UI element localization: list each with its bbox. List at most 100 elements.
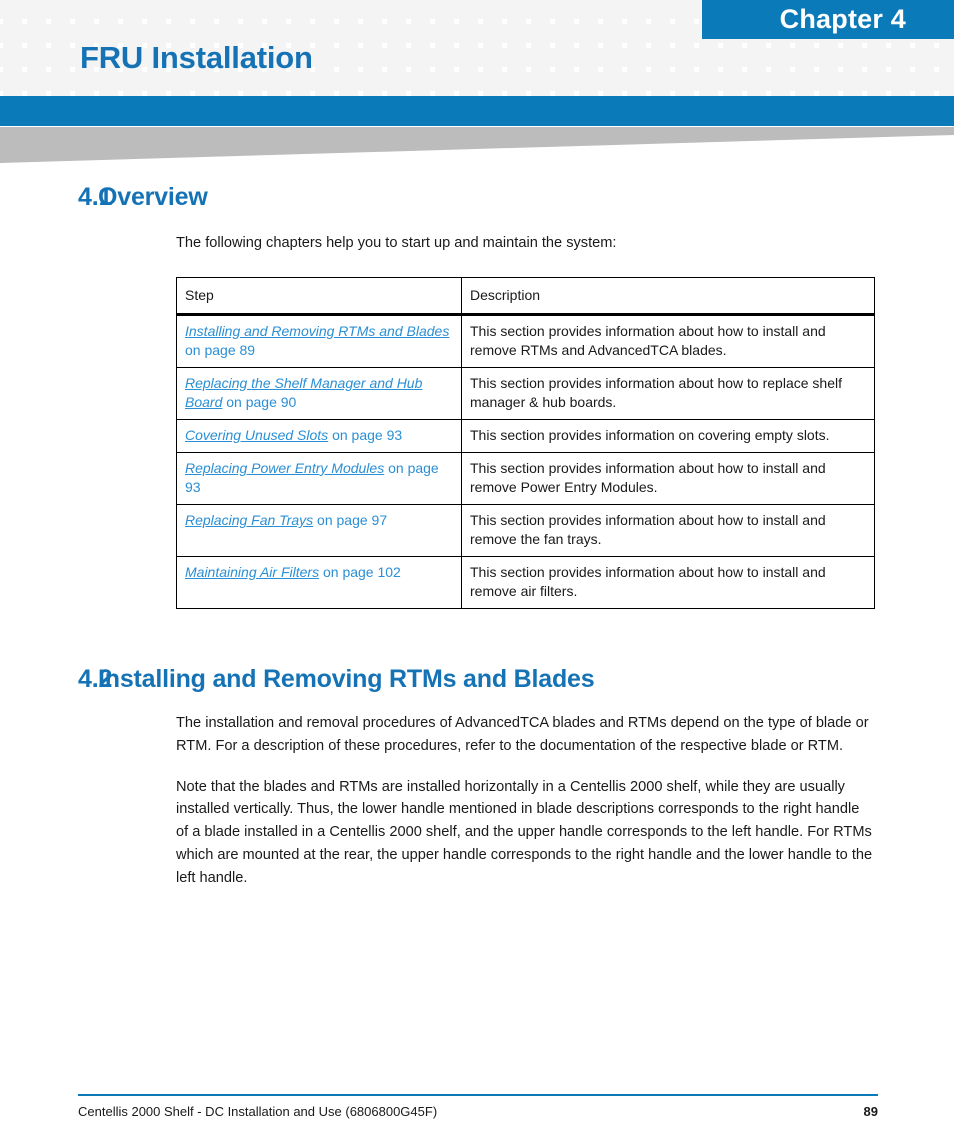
pattern-square <box>339 3 358 22</box>
section-title-installing: Installing and Removing RTMs and Blades <box>98 665 595 694</box>
pattern-square <box>99 75 118 94</box>
pattern-square <box>675 51 694 70</box>
cross-reference-page[interactable]: on page 89 <box>185 342 255 358</box>
cross-reference-page[interactable]: on page 97 <box>317 512 387 528</box>
section-heading-overview: 4.1 Overview <box>0 183 954 212</box>
steps-table: Step Description Installing and Removing… <box>176 276 875 610</box>
pattern-square <box>483 75 502 94</box>
pattern-square <box>771 75 790 94</box>
installing-paragraph-1: The installation and removal procedures … <box>176 715 869 754</box>
pattern-square <box>27 75 46 94</box>
pattern-square <box>747 51 766 70</box>
table-cell-step: Replacing Fan Trays on page 97 <box>176 504 462 558</box>
pattern-square <box>867 51 886 70</box>
cross-reference-link[interactable]: Covering Unused Slots <box>185 427 328 443</box>
pattern-square <box>291 3 310 22</box>
pattern-square <box>603 51 622 70</box>
pattern-square <box>123 3 142 22</box>
pattern-square <box>891 51 910 70</box>
pattern-square <box>483 27 502 46</box>
table-cell-description: This section provides information about … <box>461 366 875 420</box>
pattern-square <box>723 75 742 94</box>
pattern-square <box>939 75 954 94</box>
table-cell-step: Covering Unused Slots on page 93 <box>176 418 462 453</box>
pattern-square <box>627 3 646 22</box>
overview-intro-text: The following chapters help you to start… <box>176 235 617 251</box>
cross-reference-link[interactable]: Maintaining Air Filters <box>185 564 319 580</box>
pattern-square <box>387 3 406 22</box>
pattern-square <box>3 3 22 22</box>
pattern-square <box>51 51 70 70</box>
cross-reference-page[interactable]: on page 93 <box>332 427 402 443</box>
pattern-square <box>411 27 430 46</box>
chapter-banner: Chapter 4 <box>702 0 954 39</box>
cross-reference-page[interactable]: on page 102 <box>323 564 401 580</box>
pattern-square <box>771 51 790 70</box>
pattern-square <box>3 27 22 46</box>
table-header-row: Step Description <box>176 276 875 316</box>
pattern-square <box>51 27 70 46</box>
table-cell-description: This section provides information about … <box>461 556 875 610</box>
pattern-square <box>579 51 598 70</box>
pattern-square <box>627 27 646 46</box>
pattern-square <box>891 75 910 94</box>
pattern-square <box>507 51 526 70</box>
pattern-square <box>939 51 954 70</box>
table-cell-description: This section provides information on cov… <box>461 418 875 453</box>
pattern-square <box>507 75 526 94</box>
header-gray-wedge <box>0 127 954 163</box>
pattern-square <box>411 3 430 22</box>
pattern-square <box>315 27 334 46</box>
pattern-square <box>507 3 526 22</box>
pattern-square <box>555 27 574 46</box>
installing-paragraph-2: Note that the blades and RTMs are instal… <box>176 778 873 886</box>
footer-page-number: 89 <box>863 1104 878 1119</box>
pattern-square <box>339 27 358 46</box>
pattern-square <box>411 75 430 94</box>
pattern-square <box>483 51 502 70</box>
cross-reference-page[interactable]: on page 90 <box>226 394 296 410</box>
pattern-square <box>219 3 238 22</box>
pattern-square <box>171 3 190 22</box>
pattern-square <box>267 3 286 22</box>
pattern-square <box>147 3 166 22</box>
pattern-square <box>363 27 382 46</box>
cross-reference-link[interactable]: Replacing Power Entry Modules <box>185 460 384 476</box>
table-cell-description: This section provides information about … <box>461 504 875 558</box>
pattern-square <box>915 75 934 94</box>
pattern-square <box>579 75 598 94</box>
pattern-square <box>51 3 70 22</box>
pattern-square <box>915 51 934 70</box>
pattern-square <box>531 3 550 22</box>
pattern-square <box>627 51 646 70</box>
pattern-square <box>387 51 406 70</box>
pattern-square <box>723 51 742 70</box>
pattern-square <box>243 75 262 94</box>
column-header-step: Step <box>176 276 462 316</box>
pattern-square <box>75 75 94 94</box>
pattern-square <box>651 51 670 70</box>
pattern-square <box>387 75 406 94</box>
cross-reference-link[interactable]: Replacing Fan Trays <box>185 512 313 528</box>
table-row: Replacing Fan Trays on page 97 This sect… <box>176 504 875 558</box>
pattern-square <box>363 75 382 94</box>
pattern-square <box>75 3 94 22</box>
pattern-square <box>147 75 166 94</box>
pattern-square <box>531 27 550 46</box>
pattern-square <box>555 3 574 22</box>
pattern-square <box>387 27 406 46</box>
header-blue-bar <box>0 96 954 126</box>
installing-body: The installation and removal procedures … <box>176 712 874 889</box>
pattern-square <box>675 3 694 22</box>
pattern-square <box>531 75 550 94</box>
pattern-square <box>339 75 358 94</box>
pattern-square <box>339 51 358 70</box>
pattern-square <box>459 27 478 46</box>
cross-reference-link[interactable]: Installing and Removing RTMs and Blades <box>185 323 449 339</box>
pattern-square <box>795 51 814 70</box>
cross-reference-link[interactable]: Replacing the Shelf Manager and Hub Boar… <box>185 375 422 410</box>
pattern-square <box>315 3 334 22</box>
page-header: Chapter 4 FRU Installation <box>0 0 954 96</box>
pattern-square <box>291 75 310 94</box>
table-cell-step: Maintaining Air Filters on page 102 <box>176 556 462 610</box>
